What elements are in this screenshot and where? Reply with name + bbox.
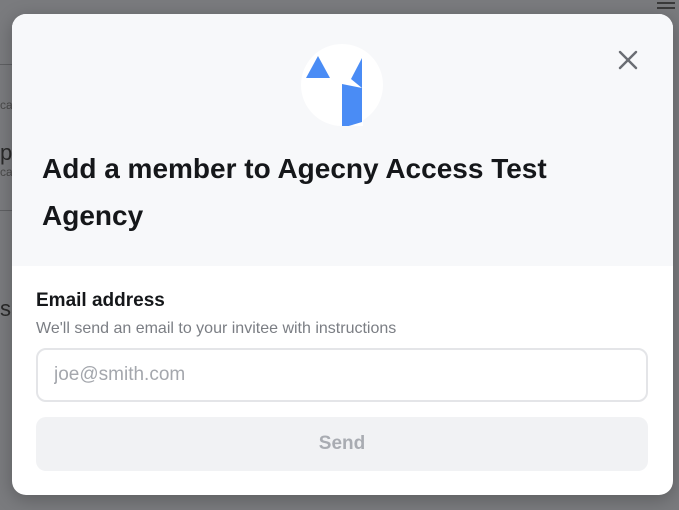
background-text-fragment: ca	[0, 165, 13, 179]
close-button[interactable]	[612, 44, 644, 76]
close-icon	[618, 50, 638, 70]
menu-icon	[657, 2, 675, 12]
dialog-title: Add a member to Agecny Access Test Agenc…	[42, 153, 547, 231]
background-divider	[0, 64, 12, 65]
dialog-header: Add a member to Agecny Access Test Agenc…	[12, 14, 673, 266]
modal-backdrop[interactable]: ca p ca s Add a member to Agecny Access …	[0, 0, 679, 510]
background-text-fragment: ca	[0, 98, 13, 112]
background-divider	[0, 210, 12, 211]
email-label: Email address	[36, 290, 165, 311]
email-input[interactable]	[36, 348, 648, 402]
agency-logo-icon	[301, 44, 383, 126]
send-button[interactable]: Send	[36, 417, 648, 471]
add-member-dialog: Add a member to Agecny Access Test Agenc…	[12, 14, 673, 495]
background-text-fragment: s	[0, 296, 11, 321]
background-text-fragment: p	[0, 140, 13, 165]
email-help-text: We'll send an email to your invitee with…	[36, 320, 397, 337]
